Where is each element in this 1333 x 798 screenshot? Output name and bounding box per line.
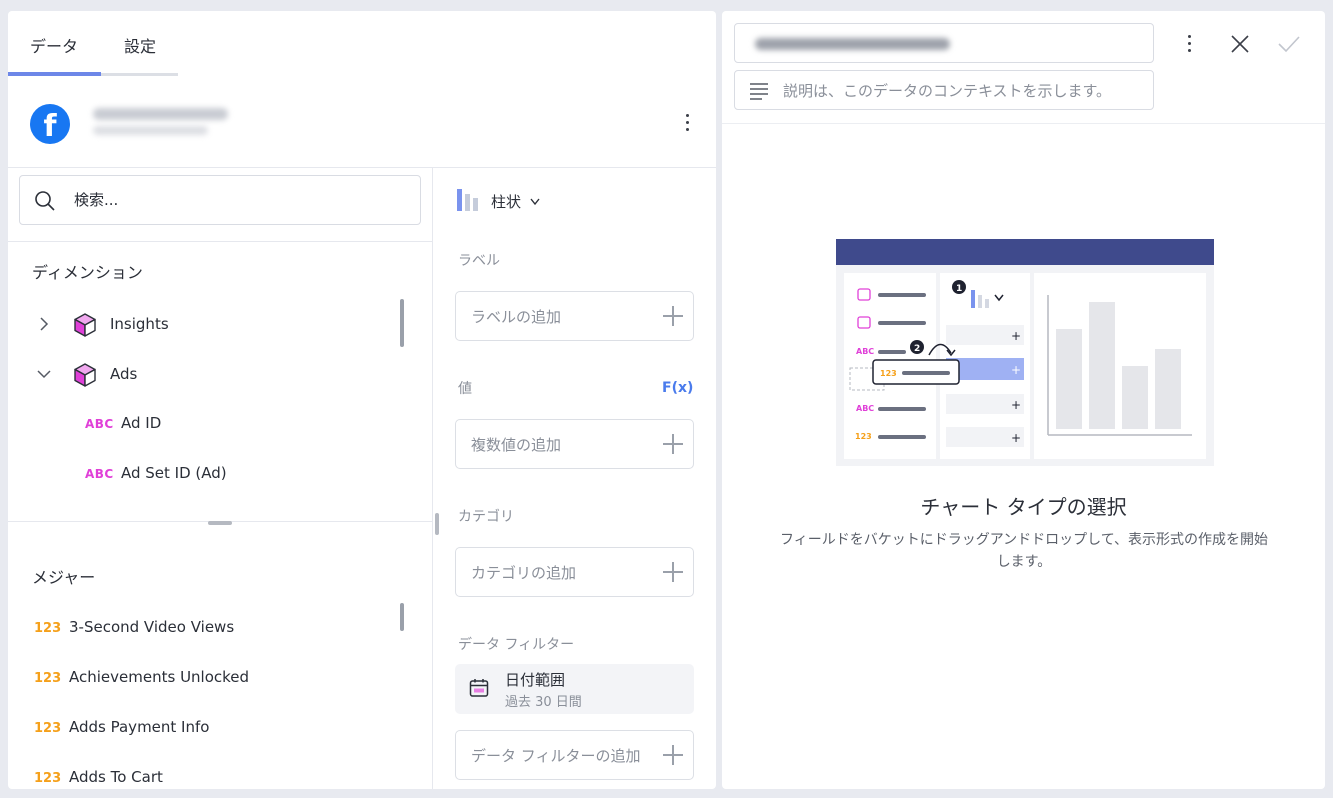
- svg-text:+: +: [1011, 329, 1021, 343]
- cube-icon: [74, 313, 96, 337]
- data-editor-panel: データ 設定 f ディメンション: [8, 11, 716, 789]
- divider: [722, 123, 1325, 124]
- tab-settings[interactable]: 設定: [124, 33, 156, 57]
- number-type-icon: 123: [34, 721, 62, 736]
- dimensions-scrollbar[interactable]: [400, 299, 404, 347]
- plus-icon[interactable]: [663, 745, 683, 765]
- category-drop-slot[interactable]: カテゴリの追加: [455, 547, 694, 597]
- date-range-filter[interactable]: 日付範囲 過去 30 日間: [455, 664, 694, 714]
- measures-scrollbar[interactable]: [400, 603, 404, 631]
- dimension-group-label: Ads: [110, 365, 138, 383]
- divider: [8, 241, 433, 242]
- cube-icon: [74, 363, 96, 387]
- dimension-group-label: Insights: [110, 315, 169, 333]
- column-chart-icon: [457, 189, 478, 211]
- filter-section-title: データ フィルター: [458, 637, 575, 653]
- svg-text:+: +: [1011, 431, 1021, 445]
- visualization-preview-panel: ABC ABC 123 1 + + + + 123 2: [722, 11, 1325, 789]
- search-input[interactable]: [74, 188, 394, 212]
- text-type-icon: ABC: [85, 417, 114, 431]
- filter-drop-slot[interactable]: データ フィルターの追加: [455, 730, 694, 780]
- svg-text:2: 2: [914, 344, 920, 354]
- category-section-title: カテゴリ: [458, 509, 514, 525]
- label-section-title: ラベル: [458, 253, 500, 269]
- values-section-title: 値: [458, 381, 472, 397]
- values-drop-slot[interactable]: 複数値の追加: [455, 419, 694, 469]
- svg-text:+: +: [1011, 398, 1021, 412]
- field-label: Ad Set ID (Ad): [121, 464, 227, 482]
- facebook-icon: f: [30, 104, 70, 144]
- text-type-icon: ABC: [85, 467, 114, 481]
- close-icon[interactable]: [1231, 35, 1249, 53]
- tab-data[interactable]: データ: [30, 33, 78, 57]
- svg-text:123: 123: [880, 369, 897, 378]
- visualization-title-field[interactable]: [734, 23, 1154, 63]
- empty-state-title: チャート タイプの選択: [920, 495, 1127, 519]
- svg-text:ABC: ABC: [856, 347, 874, 356]
- dimension-group-ads[interactable]: Ads: [8, 352, 408, 396]
- svg-text:123: 123: [855, 432, 872, 441]
- date-filter-value: 過去 30 日間: [505, 695, 582, 710]
- svg-text:1: 1: [956, 284, 962, 294]
- slot-placeholder: 複数値の追加: [471, 436, 562, 454]
- chart-type-label: 柱状: [491, 193, 522, 211]
- field-label: Ad ID: [121, 414, 162, 432]
- chevron-down-icon[interactable]: [36, 366, 52, 382]
- plus-icon[interactable]: [663, 562, 683, 582]
- more-vert-icon[interactable]: [678, 111, 698, 135]
- data-source-name-redacted: [93, 108, 228, 120]
- slot-placeholder: データ フィルターの追加: [471, 747, 641, 765]
- title-redacted: [755, 38, 950, 50]
- data-source-account-redacted: [93, 126, 208, 135]
- measures-title: メジャー: [32, 568, 96, 587]
- data-source-header: f: [8, 77, 716, 168]
- dimension-group-insights[interactable]: Insights: [8, 302, 408, 346]
- visualization-config: 柱状 ラベル ラベルの追加 値 F(x) 複数値の追加 カテゴリ カテゴリの追加…: [434, 168, 716, 789]
- measure-label: Adds Payment Info: [69, 718, 210, 736]
- dimensions-title: ディメンション: [32, 263, 143, 282]
- number-type-icon: 123: [34, 621, 62, 636]
- calendar-icon: [469, 679, 489, 697]
- slot-placeholder: カテゴリの追加: [471, 564, 577, 582]
- label-drop-slot[interactable]: ラベルの追加: [455, 291, 694, 341]
- resize-handle[interactable]: [208, 521, 232, 525]
- more-vert-icon[interactable]: [1180, 32, 1200, 56]
- measure-label: Adds To Cart: [69, 768, 163, 786]
- plus-icon[interactable]: [663, 306, 683, 326]
- tab-bar: データ 設定: [8, 11, 178, 77]
- tab-active-indicator: [8, 72, 101, 76]
- date-filter-name: 日付範囲: [505, 671, 566, 689]
- field-search: [19, 175, 421, 225]
- empty-state-description: フィールドをバケットにドラッグアンドドロップして、表示形式の作成を開始します。: [779, 532, 1269, 570]
- plus-icon[interactable]: [663, 434, 683, 454]
- measure-label: 3-Second Video Views: [69, 618, 235, 636]
- formula-button[interactable]: F(x): [662, 380, 693, 396]
- chart-type-selector[interactable]: 柱状: [456, 188, 540, 214]
- svg-text:+: +: [1011, 363, 1021, 377]
- chevron-down-icon: [530, 198, 540, 206]
- search-icon: [35, 191, 55, 211]
- tab-track: [101, 73, 178, 76]
- svg-text:ABC: ABC: [856, 404, 874, 413]
- number-type-icon: 123: [34, 771, 62, 786]
- text-lines-icon: [750, 83, 768, 100]
- check-icon[interactable]: [1278, 35, 1300, 53]
- measure-label: Achievements Unlocked: [69, 668, 250, 686]
- description-field: [734, 70, 1154, 110]
- chevron-right-icon[interactable]: [36, 316, 52, 332]
- slot-placeholder: ラベルの追加: [471, 308, 562, 326]
- description-input[interactable]: [783, 80, 1143, 102]
- chart-type-illustration: ABC ABC 123 1 + + + + 123 2: [836, 239, 1214, 466]
- number-type-icon: 123: [34, 671, 62, 686]
- fields-column: ディメンション Insights Ads ABC: [8, 168, 433, 789]
